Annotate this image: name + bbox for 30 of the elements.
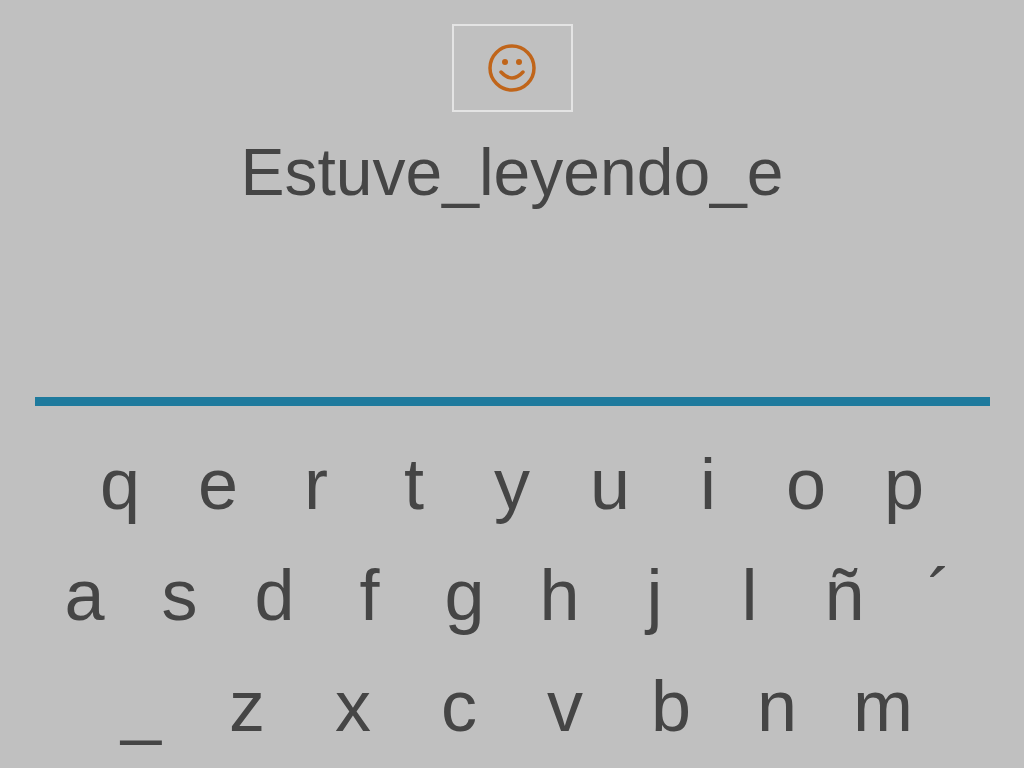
letter-key[interactable]: l <box>702 549 797 640</box>
letter-key[interactable]: b <box>618 660 724 751</box>
letter-key[interactable]: z <box>194 660 300 751</box>
letter-key[interactable]: o <box>757 438 855 529</box>
letter-key[interactable]: e <box>169 438 267 529</box>
letter-key[interactable]: s <box>132 549 227 640</box>
letter-key[interactable]: r <box>267 438 365 529</box>
letter-key[interactable]: j <box>607 549 702 640</box>
letter-key[interactable]: f <box>322 549 417 640</box>
letter-key[interactable]: m <box>830 660 936 751</box>
letter-key[interactable]: ´ <box>892 549 987 640</box>
letter-key[interactable]: n <box>724 660 830 751</box>
letter-key[interactable]: _ <box>88 660 194 751</box>
letter-key[interactable]: d <box>227 549 322 640</box>
smiley-icon <box>486 42 538 94</box>
letter-key[interactable]: t <box>365 438 463 529</box>
hint-button[interactable] <box>451 24 573 112</box>
letter-key[interactable]: h <box>512 549 607 640</box>
letter-key[interactable]: g <box>417 549 512 640</box>
letter-key[interactable]: a <box>37 549 132 640</box>
letter-key[interactable]: q <box>71 438 169 529</box>
letter-key[interactable]: u <box>561 438 659 529</box>
letter-key[interactable]: v <box>512 660 618 751</box>
letter-key[interactable]: x <box>300 660 406 751</box>
letter-key[interactable]: c <box>406 660 512 751</box>
letter-key[interactable]: y <box>463 438 561 529</box>
letter-key[interactable]: i <box>659 438 757 529</box>
prompt-text: Estuve_leyendo_e <box>240 134 784 210</box>
letter-key[interactable]: p <box>855 438 953 529</box>
letter-key[interactable]: ñ <box>797 549 892 640</box>
